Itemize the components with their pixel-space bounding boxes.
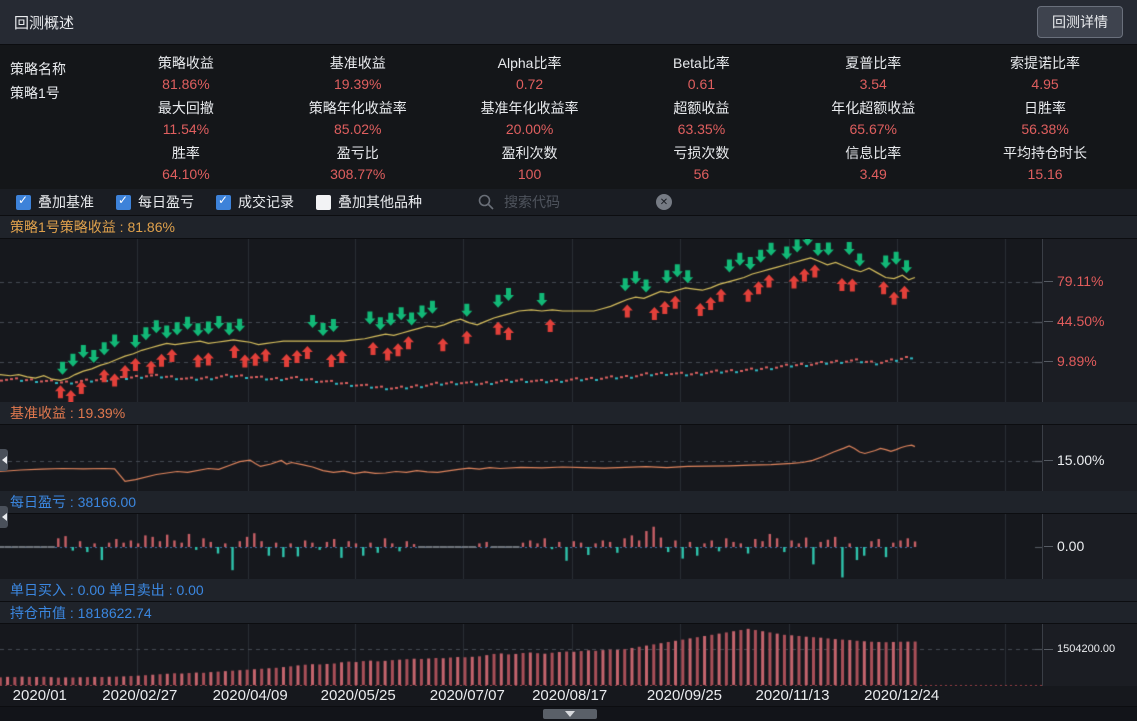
stats-panel: 策略名称 策略1号 策略收益81.86% 基准收益19.39% Alpha比率0…	[0, 45, 1137, 189]
stat-information-ratio: 信息比率3.49	[787, 143, 959, 188]
search-input[interactable]	[502, 193, 656, 211]
backtest-details-button[interactable]: 回测详情	[1037, 6, 1123, 38]
daily-pnl-chart[interactable]	[0, 514, 1042, 579]
checkbox-icon	[116, 195, 131, 210]
strategy-return-chart[interactable]	[0, 239, 1042, 402]
checkbox-daily-pnl[interactable]: 每日盈亏	[116, 192, 194, 212]
stat-daily-win-rate: 日胜率56.38%	[959, 98, 1131, 143]
x-axis-label: 2020/08/17	[532, 687, 607, 704]
benchmark-return-chart[interactable]	[0, 425, 1042, 491]
x-axis-label: 2020/09/25	[647, 687, 722, 704]
stat-win-count: 盈利次数100	[444, 143, 616, 188]
stat-excess-return: 超额收益63.35%	[615, 98, 787, 143]
chevron-down-icon	[565, 711, 575, 717]
x-axis-label: 2020/01	[13, 687, 67, 704]
stat-beta: Beta比率0.61	[615, 53, 787, 98]
checkbox-icon	[216, 195, 231, 210]
y-axis-label: 44.50%	[1057, 313, 1104, 329]
benchmark-return-title: 基准收益 : 19.39%	[0, 402, 1137, 425]
strategy-return-axis: 79.11% 44.50% 9.89%	[1042, 239, 1137, 402]
strategy-name-block: 策略名称 策略1号	[10, 57, 66, 105]
position-value-panel: 1504200.00	[0, 624, 1137, 686]
y-axis-label: 0.00	[1057, 538, 1084, 554]
x-axis-label: 2020/07/07	[430, 687, 505, 704]
checkbox-overlay-other-symbols[interactable]: 叠加其他品种	[316, 192, 422, 212]
checkbox-overlay-benchmark[interactable]: 叠加基准	[16, 192, 94, 212]
stat-max-drawdown: 最大回撤11.54%	[100, 98, 272, 143]
stat-sortino: 索提诺比率4.95	[959, 53, 1131, 98]
pane-collapse-handle[interactable]	[0, 449, 8, 471]
position-value-axis: 1504200.00	[1042, 624, 1137, 686]
y-axis-label: 15.00%	[1057, 452, 1104, 468]
stat-alpha: Alpha比率0.72	[444, 53, 616, 98]
stat-benchmark-return: 基准收益19.39%	[272, 53, 444, 98]
x-axis-label: 2020/02/27	[102, 687, 177, 704]
checkbox-icon	[16, 195, 31, 210]
x-axis-label: 2020/11/13	[756, 687, 830, 704]
header: 回测概述 回测详情	[0, 0, 1137, 45]
stats-row-3: 胜率64.10% 盈亏比308.77% 盈利次数100 亏损次数56 信息比率3…	[100, 143, 1131, 188]
x-axis-label: 2020/04/09	[213, 687, 288, 704]
benchmark-return-panel: 15.00%	[0, 425, 1137, 491]
pane-collapse-handle[interactable]	[0, 506, 8, 528]
backtest-overview-app: 回测概述 回测详情 策略名称 策略1号 策略收益81.86% 基准收益19.39…	[0, 0, 1137, 721]
y-axis-label: 79.11%	[1057, 273, 1103, 289]
chevron-left-icon	[2, 513, 7, 521]
search-icon	[478, 194, 494, 210]
strategy-name-label: 策略名称	[10, 57, 66, 81]
clear-search-icon[interactable]: ✕	[656, 194, 672, 210]
horizontal-scrollbar[interactable]	[0, 706, 1137, 721]
strategy-return-panel: 79.11% 44.50% 9.89%	[0, 239, 1137, 402]
chevron-left-icon	[2, 456, 7, 464]
benchmark-return-axis: 15.00%	[1042, 425, 1137, 491]
stat-avg-holding-time: 平均持仓时长15.16	[959, 143, 1131, 188]
checkbox-icon	[316, 195, 331, 210]
strategy-return-title: 策略1号策略收益 : 81.86%	[0, 216, 1137, 239]
y-axis-label: 1504200.00	[1057, 643, 1115, 655]
daily-pnl-axis: 0.00	[1042, 514, 1137, 579]
stat-sharpe: 夏普比率3.54	[787, 53, 959, 98]
daily-pnl-panel: 0.00	[0, 514, 1137, 579]
x-axis-label: 2020/12/24	[864, 687, 939, 704]
position-value-chart[interactable]	[0, 624, 1042, 686]
daily-buy-sell-title: 单日买入 : 0.00 单日卖出 : 0.00	[0, 579, 1137, 602]
stat-win-rate: 胜率64.10%	[100, 143, 272, 188]
daily-pnl-title: 每日盈亏 : 38166.00	[0, 491, 1137, 514]
strategy-name-value: 策略1号	[10, 81, 66, 105]
stat-profit-loss-ratio: 盈亏比308.77%	[272, 143, 444, 188]
y-axis-label: 9.89%	[1057, 353, 1097, 369]
x-axis-label: 2020/05/25	[321, 687, 396, 704]
symbol-search: ✕	[478, 193, 683, 211]
scrollbar-thumb[interactable]	[543, 709, 597, 719]
page-title: 回测概述	[14, 12, 74, 33]
position-value-title: 持仓市值 : 1818622.74	[0, 602, 1137, 624]
stat-annual-excess-return: 年化超额收益65.67%	[787, 98, 959, 143]
stat-loss-count: 亏损次数56	[615, 143, 787, 188]
stat-annual-benchmark-return: 基准年化收益率20.00%	[444, 98, 616, 143]
charts-area: 策略1号策略收益 : 81.86% 79.11% 44.50% 9.89% 基准…	[0, 216, 1137, 721]
stat-strategy-return: 策略收益81.86%	[100, 53, 272, 98]
stats-row-1: 策略收益81.86% 基准收益19.39% Alpha比率0.72 Beta比率…	[100, 53, 1131, 98]
x-axis: 2020/01 2020/02/27 2020/04/09 2020/05/25 202…	[0, 686, 1137, 706]
stat-annual-strategy-return: 策略年化收益率85.02%	[272, 98, 444, 143]
stats-row-2: 最大回撤11.54% 策略年化收益率85.02% 基准年化收益率20.00% 超…	[100, 98, 1131, 143]
checkbox-trade-records[interactable]: 成交记录	[216, 192, 294, 212]
chart-toolbar: 叠加基准 每日盈亏 成交记录 叠加其他品种 ✕	[0, 189, 1137, 216]
